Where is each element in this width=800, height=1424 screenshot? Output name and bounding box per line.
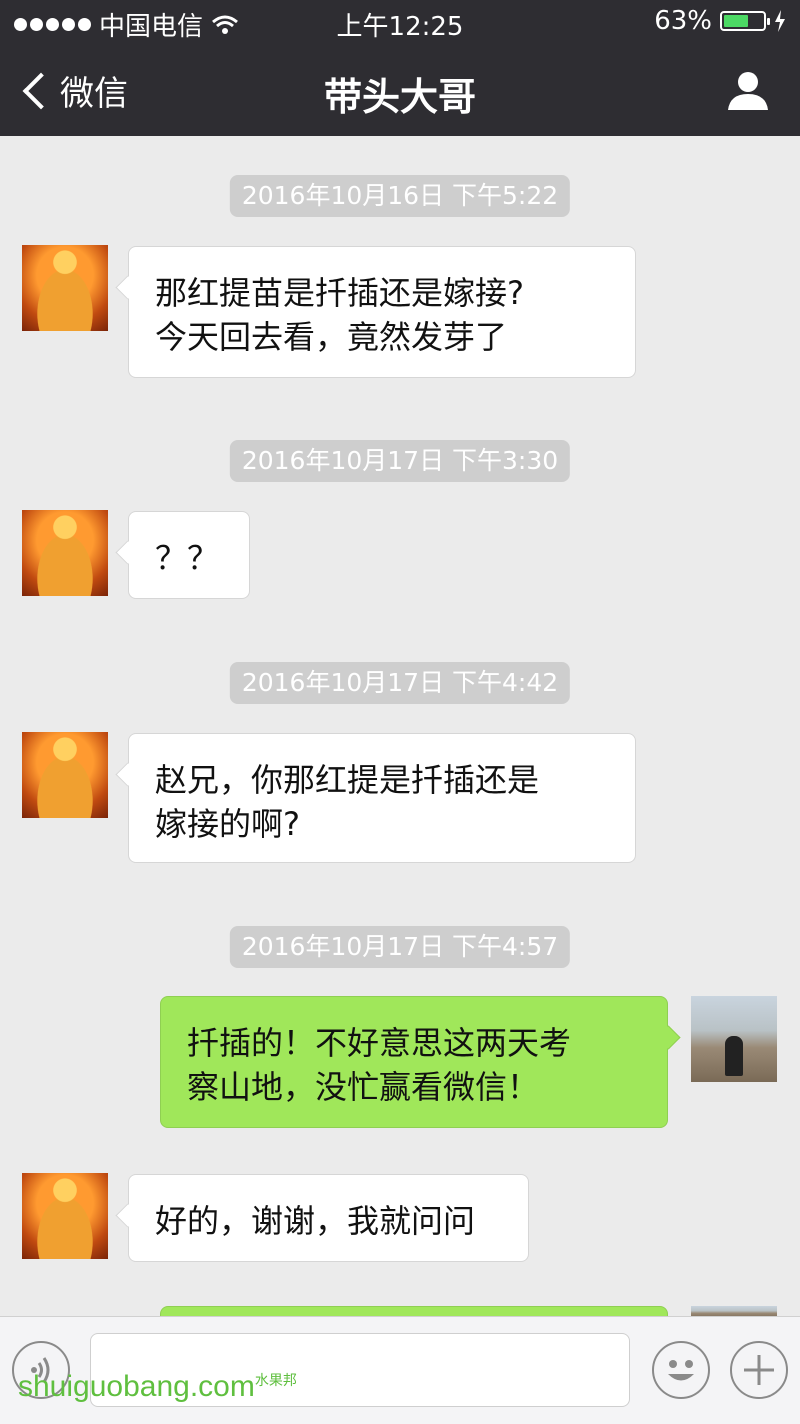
message-line: 察山地，没忙赢看微信！ <box>187 1068 540 1106</box>
my-avatar[interactable] <box>691 996 777 1082</box>
message-line: 那红提苗是扦插还是嫁接? <box>155 274 524 312</box>
message-line: 嫁接的啊? <box>155 805 300 843</box>
message-line: 今天回去看，竟然发芽了 <box>155 318 508 356</box>
charging-icon <box>775 10 785 32</box>
battery-percent: 63% <box>654 6 712 36</box>
smiley-icon <box>668 1360 694 1381</box>
contact-profile-icon[interactable] <box>726 68 770 112</box>
timestamp: 2016年10月16日 下午5:22 <box>229 175 571 217</box>
message-bubble-incoming[interactable]: ？？ <box>128 511 250 599</box>
message-line: ？？ <box>155 539 220 577</box>
message-line: 好的，谢谢，我就问问 <box>155 1202 476 1240</box>
battery-icon <box>720 11 770 31</box>
emoji-button[interactable] <box>652 1341 710 1399</box>
watermark: shuiguobang.com水果邦 <box>18 1370 297 1404</box>
contact-avatar[interactable] <box>22 1173 108 1259</box>
watermark-text: shuiguobang.com <box>18 1370 255 1403</box>
status-bar: 中国电信 上午12:25 63% <box>0 0 800 44</box>
battery-group: 63% <box>654 6 786 36</box>
nav-bar: 微信 带头大哥 <box>0 44 800 136</box>
more-button[interactable] <box>730 1341 788 1399</box>
person-figure <box>725 1036 743 1076</box>
message-bubble-incoming[interactable]: 那红提苗是扦插还是嫁接? 今天回去看，竟然发芽了 <box>128 246 636 378</box>
plus-icon <box>744 1355 774 1385</box>
watermark-small: 水果邦 <box>254 1372 297 1388</box>
message-bubble-incoming[interactable]: 赵兄，你那红提是扦插还是 嫁接的啊? <box>128 733 636 863</box>
timestamp: 2016年10月17日 下午3:30 <box>229 440 571 482</box>
message-line: 扦插的！不好意思这两天考 <box>187 1024 572 1062</box>
chat-title: 带头大哥 <box>323 75 476 119</box>
message-line: 赵兄，你那红提是扦插还是 <box>155 761 540 799</box>
message-bubble-outgoing[interactable]: 扦插的！不好意思这两天考 察山地，没忙赢看微信！ <box>160 996 668 1128</box>
timestamp: 2016年10月17日 下午4:42 <box>229 662 571 704</box>
contact-avatar[interactable] <box>22 245 108 331</box>
contact-avatar[interactable] <box>22 510 108 596</box>
message-bubble-incoming[interactable]: 好的，谢谢，我就问问 <box>128 1174 529 1262</box>
battery-fill <box>724 15 748 27</box>
timestamp: 2016年10月17日 下午4:57 <box>229 926 571 968</box>
contact-avatar[interactable] <box>22 732 108 818</box>
